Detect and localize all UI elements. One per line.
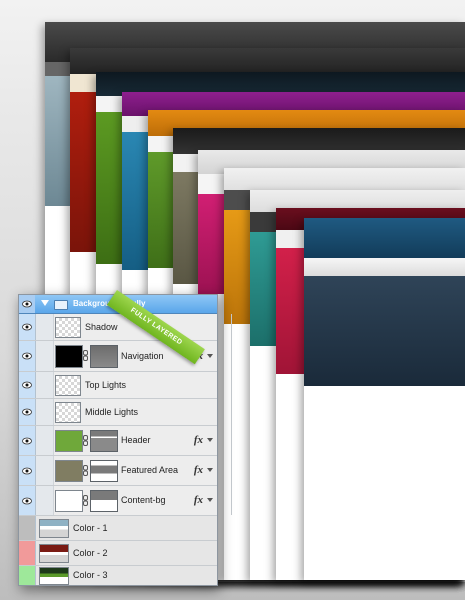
- eye-icon[interactable]: [19, 456, 36, 485]
- layer-thumbnail: [39, 519, 69, 538]
- layer-mask-thumbnail: [90, 430, 118, 452]
- layer-link-gutter: [36, 341, 54, 371]
- layer-row-color-2[interactable]: Color - 2: [19, 541, 217, 566]
- eye-icon[interactable]: [19, 341, 36, 371]
- layer-name: Color - 1: [73, 523, 108, 533]
- layer-thumbnail: [55, 375, 81, 396]
- eye-icon[interactable]: [19, 426, 36, 455]
- layer-row-featured-area[interactable]: Featured Area fx: [19, 456, 217, 486]
- chain-link-icon[interactable]: [83, 350, 88, 361]
- layer-row-middle-lights[interactable]: Middle Lights: [19, 399, 217, 426]
- layer-name: Content-bg: [121, 495, 166, 505]
- eye-icon[interactable]: [19, 372, 36, 398]
- layer-link-gutter: [36, 372, 54, 398]
- layer-link-gutter: [36, 314, 54, 340]
- visibility-toggle[interactable]: [19, 516, 36, 540]
- layer-row-color-1[interactable]: Color - 1: [19, 516, 217, 541]
- panel-divider: [231, 314, 232, 515]
- chevron-down-icon[interactable]: [207, 354, 213, 358]
- layer-row-header[interactable]: Header fx: [19, 426, 217, 456]
- eye-icon[interactable]: [19, 314, 36, 340]
- layer-thumbnail: [55, 317, 81, 338]
- layer-thumbnail: [55, 460, 83, 482]
- layer-row-top-lights[interactable]: Top Lights: [19, 372, 217, 399]
- layer-thumbnail: [55, 402, 81, 423]
- layer-link-gutter: [36, 456, 54, 485]
- layer-mask-thumbnail: [90, 460, 118, 482]
- layer-effects-icon[interactable]: fx: [194, 456, 203, 485]
- chevron-down-icon[interactable]: [207, 498, 213, 502]
- layer-link-gutter: [36, 486, 54, 515]
- chain-link-icon[interactable]: [83, 465, 88, 476]
- chain-link-icon[interactable]: [83, 495, 88, 506]
- layer-mask-thumbnail: [90, 345, 118, 368]
- layer-mask-thumbnail: [90, 490, 118, 512]
- layer-thumbnail: [55, 490, 83, 512]
- layer-name: Shadow: [85, 322, 118, 332]
- chevron-down-icon[interactable]: [207, 438, 213, 442]
- scheme-card-11: [304, 218, 465, 580]
- layer-name: Header: [121, 435, 151, 445]
- layer-effects-icon[interactable]: fx: [194, 486, 203, 515]
- eye-icon[interactable]: [19, 399, 36, 425]
- layer-link-gutter: [36, 426, 54, 455]
- visibility-toggle[interactable]: [19, 566, 36, 585]
- eye-icon[interactable]: [19, 486, 36, 515]
- visibility-toggle[interactable]: [19, 541, 36, 565]
- layer-name: Color - 3: [73, 570, 108, 580]
- chevron-down-icon[interactable]: [207, 468, 213, 472]
- layer-name: Top Lights: [85, 380, 127, 390]
- layer-thumbnail: [39, 544, 69, 563]
- layer-thumbnail: [55, 430, 83, 452]
- chevron-down-icon[interactable]: [41, 300, 49, 306]
- chain-link-icon[interactable]: [83, 435, 88, 446]
- folder-icon: [54, 300, 68, 310]
- layer-name: Middle Lights: [85, 407, 139, 417]
- layer-effects-icon[interactable]: fx: [194, 426, 203, 455]
- layer-link-gutter: [36, 399, 54, 425]
- website-color-schemes-preview: Background [ Fully Shadow Navigation fx …: [0, 0, 465, 600]
- layer-thumbnail: [55, 345, 83, 368]
- layer-name: Color - 2: [73, 548, 108, 558]
- layer-row-content-bg[interactable]: Content-bg fx: [19, 486, 217, 516]
- layer-thumbnail: [39, 567, 69, 585]
- layer-row-color-3[interactable]: Color - 3: [19, 566, 217, 585]
- layer-name: Navigation: [121, 351, 164, 361]
- layer-name: Featured Area: [121, 465, 179, 475]
- eye-icon[interactable]: [19, 295, 35, 313]
